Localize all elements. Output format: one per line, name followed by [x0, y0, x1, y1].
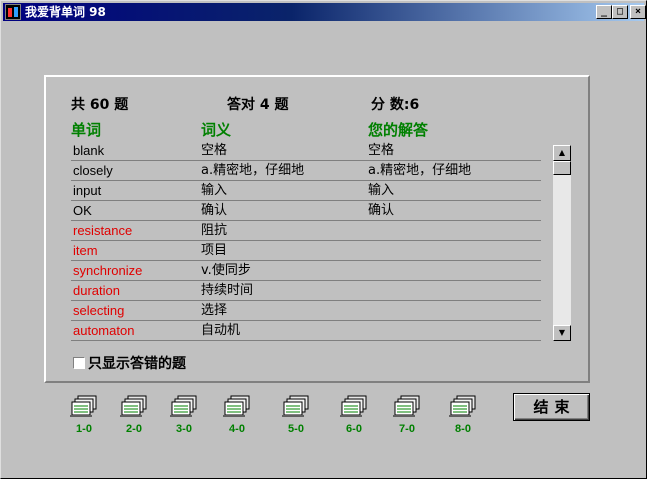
- group-label: 4-0: [229, 423, 245, 435]
- close-button[interactable]: ×: [630, 5, 646, 19]
- column-header-word: 单词: [71, 121, 102, 139]
- cell-word: duration: [73, 283, 120, 298]
- minimize-button[interactable]: _: [596, 5, 612, 19]
- cell-word: resistance: [73, 223, 133, 238]
- cell-meaning: 空格: [201, 143, 228, 158]
- cell-answer: 空格: [368, 143, 395, 158]
- card-stack-icon: [282, 395, 309, 417]
- cell-meaning: 确认: [201, 203, 228, 218]
- group-button-3[interactable]: 3-0: [167, 394, 201, 439]
- group-button-4[interactable]: 4-0: [220, 394, 254, 439]
- score: 分 数:6: [371, 97, 420, 113]
- checkbox-box[interactable]: [73, 357, 85, 369]
- table-row[interactable]: input 输入 输入: [71, 181, 541, 201]
- cell-answer: a.精密地，仔细地: [368, 163, 472, 178]
- table-row[interactable]: synchronize v.使同步: [71, 261, 541, 281]
- cell-word: selecting: [73, 303, 125, 318]
- group-label: 7-0: [399, 423, 415, 435]
- table-row[interactable]: selecting 选择: [71, 301, 541, 321]
- cell-word: item: [73, 243, 98, 258]
- card-stack-icon: [223, 395, 250, 417]
- show-wrong-only-checkbox[interactable]: 只显示答错的题: [73, 353, 186, 373]
- card-stack-icon: [340, 395, 367, 417]
- cell-word: input: [73, 183, 102, 198]
- maximize-button[interactable]: □: [612, 5, 628, 19]
- table-row[interactable]: item 项目: [71, 241, 541, 261]
- card-stack-icon: [170, 395, 197, 417]
- cell-answer: 输入: [368, 183, 395, 198]
- card-stack-icon: [70, 395, 97, 417]
- correct-count: 答对 4 题: [227, 97, 289, 113]
- scroll-down-button[interactable]: ▼: [553, 325, 571, 341]
- cell-meaning: 持续时间: [201, 283, 254, 298]
- cell-meaning: 输入: [201, 183, 228, 198]
- card-stack-icon: [120, 395, 147, 417]
- group-button-5[interactable]: 5-0: [279, 394, 313, 439]
- group-label: 1-0: [76, 423, 92, 435]
- cell-word: OK: [73, 203, 92, 218]
- group-button-6[interactable]: 6-0: [337, 394, 371, 439]
- cell-meaning: 自动机: [201, 323, 241, 338]
- window-title: 我爱背单词 98: [25, 5, 106, 19]
- cell-answer: 确认: [368, 203, 395, 218]
- total-count: 共 60 题: [71, 97, 129, 113]
- group-button-8[interactable]: 8-0: [446, 394, 480, 439]
- cell-meaning: v.使同步: [201, 263, 251, 278]
- cell-word: synchronize: [73, 263, 143, 278]
- cell-meaning: 选择: [201, 303, 228, 318]
- scroll-up-button[interactable]: ▲: [553, 145, 571, 161]
- card-stack-icon: [449, 395, 476, 417]
- table-row[interactable]: resistance 阻抗: [71, 221, 541, 241]
- table-row[interactable]: duration 持续时间: [71, 281, 541, 301]
- table-row[interactable]: automaton 自动机: [71, 321, 541, 341]
- end-button[interactable]: 结束: [513, 393, 590, 421]
- cell-word: closely: [73, 163, 113, 178]
- card-stack-icon: [393, 395, 420, 417]
- table-row[interactable]: blank 空格 空格: [71, 141, 541, 161]
- checkbox-label: 只显示答错的题: [88, 356, 186, 372]
- title-bar[interactable]: 我爱背单词 98 _ □ ×: [3, 3, 646, 21]
- app-icon[interactable]: [5, 4, 21, 20]
- cell-meaning: 阻抗: [201, 223, 228, 238]
- group-button-2[interactable]: 2-0: [117, 394, 151, 439]
- group-label: 6-0: [346, 423, 362, 435]
- group-label: 2-0: [126, 423, 142, 435]
- group-button-1[interactable]: 1-0: [67, 394, 101, 439]
- cell-meaning: a.精密地，仔细地: [201, 163, 305, 178]
- cell-word: blank: [73, 143, 105, 158]
- cell-word: automaton: [73, 323, 135, 338]
- group-button-7[interactable]: 7-0: [390, 394, 424, 439]
- group-label: 8-0: [455, 423, 471, 435]
- column-header-meaning: 词义: [201, 121, 232, 139]
- word-list[interactable]: automaton 自动机 selecting 选择 duration 持续时间 synch…: [71, 141, 571, 341]
- scroll-thumb[interactable]: [553, 161, 571, 175]
- app-window: 我爱背单词 98 _ □ × 共 60 题 答对 4 题 分 数:6 单词 词义…: [0, 0, 647, 479]
- column-header-answer: 您的解答: [368, 121, 429, 139]
- table-row[interactable]: closely a.精密地，仔细地 a.精密地，仔细地: [71, 161, 541, 181]
- results-panel: 共 60 题 答对 4 题 分 数:6 单词 词义 您的解答 automaton…: [44, 75, 590, 383]
- group-label: 5-0: [288, 423, 304, 435]
- cell-meaning: 项目: [201, 243, 228, 258]
- group-label: 3-0: [176, 423, 192, 435]
- vertical-scrollbar[interactable]: ▲ ▼: [553, 145, 571, 341]
- table-row[interactable]: OK 确认 确认: [71, 201, 541, 221]
